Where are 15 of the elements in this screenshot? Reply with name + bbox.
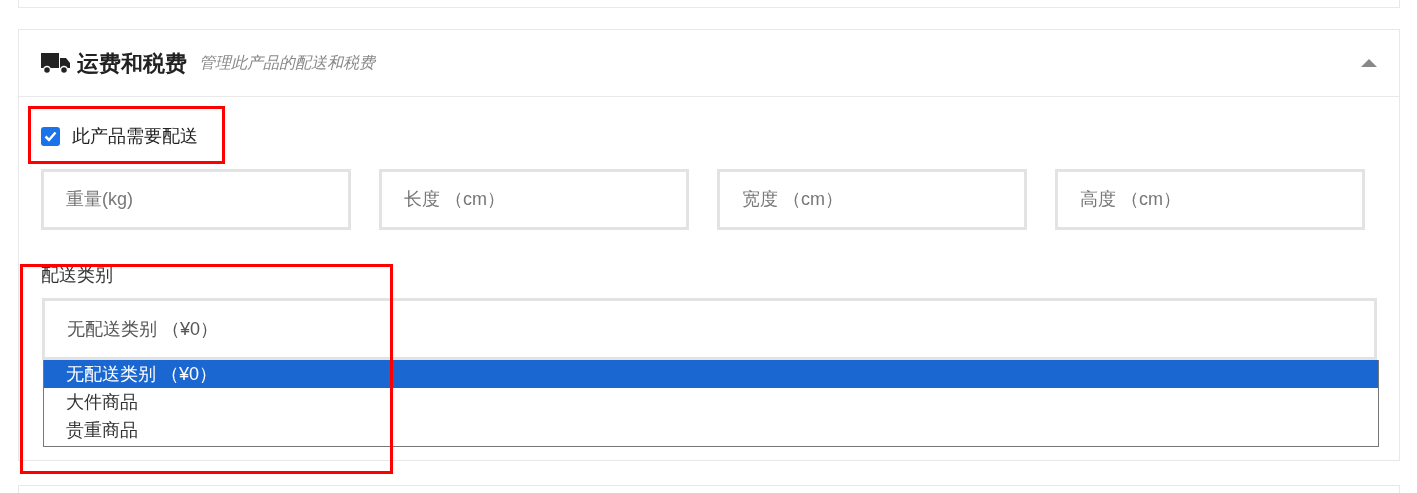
input-field[interactable]: 高度 （cm） xyxy=(1055,169,1365,230)
select-field[interactable]: 无配送类别 （¥0） xyxy=(42,298,1377,360)
section-subtitle: 管理此产品的配送和税费 xyxy=(199,53,375,73)
field-label: 配送类别 xyxy=(41,264,114,287)
dropdown-option[interactable]: 贵重商品 xyxy=(44,416,1378,444)
checkbox[interactable] xyxy=(41,126,60,146)
checkbox-label: 此产品需要配送 xyxy=(72,124,198,148)
dropdown-option[interactable]: 无配送类别 （¥0） xyxy=(44,360,1378,388)
input-field[interactable]: 重量(kg) xyxy=(41,169,351,230)
input-field[interactable]: 宽度 （cm） xyxy=(717,169,1027,230)
input-field[interactable]: 长度 （cm） xyxy=(379,169,689,230)
caret-icon[interactable] xyxy=(1361,58,1377,68)
truck-icon xyxy=(41,51,71,75)
dropdown-option[interactable]: 大件商品 xyxy=(44,388,1378,416)
section-title: 运费和税费 xyxy=(77,49,187,78)
